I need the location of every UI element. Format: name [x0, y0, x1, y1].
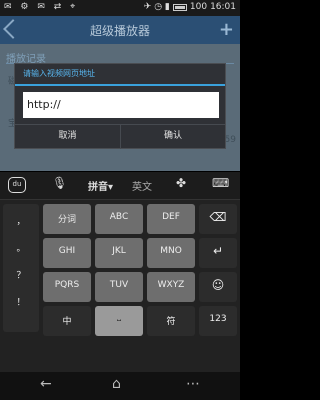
- nav-menu-icon[interactable]: ⋯: [186, 376, 200, 392]
- history-item-meta: 59: [224, 135, 236, 145]
- symbol-exclaim: ！: [16, 298, 26, 308]
- key-symbols[interactable]: 符: [147, 306, 195, 336]
- key-numbers[interactable]: 123: [199, 306, 237, 336]
- battery-icon: [172, 3, 187, 11]
- add-icon[interactable]: +: [219, 19, 234, 40]
- ime-keyboard: du 🎙 拼音▾ 英文 ✤ ⌨ ， 。 ？ ！ 分词 ABC DEF ⌫ GHI…: [0, 172, 240, 372]
- navigation-bar: ← ⌂ ⋯: [0, 372, 240, 400]
- emoji-icon: ☺: [211, 278, 225, 292]
- key-abc[interactable]: ABC: [95, 204, 143, 234]
- symbol-period: 。: [16, 244, 26, 254]
- key-chinese-mode[interactable]: 中: [43, 306, 91, 336]
- cancel-button[interactable]: 取消: [15, 125, 120, 149]
- dialog-buttons: 取消 确认: [15, 124, 225, 149]
- confirm-button[interactable]: 确认: [120, 125, 225, 149]
- url-input-dialog: 请输入视频网页地址 http:// 取消 确认: [14, 63, 226, 149]
- keyboard-hide-icon[interactable]: ⌨: [212, 176, 229, 190]
- clock: 16:01: [210, 2, 236, 12]
- key-pqrs[interactable]: PQRS: [43, 272, 91, 302]
- dialog-title-divider: [15, 84, 225, 86]
- status-notification-icons: ✉ ⚙ ✉ ⇄ ⌖: [4, 2, 79, 12]
- mic-icon[interactable]: 🎙: [52, 176, 67, 190]
- backspace-key[interactable]: ⌫: [199, 204, 237, 234]
- key-wxyz[interactable]: WXYZ: [147, 272, 195, 302]
- english-mode-button[interactable]: 英文: [132, 178, 152, 193]
- battery-level: 100: [189, 2, 208, 12]
- space-icon: ⎵: [117, 312, 121, 322]
- key-mno[interactable]: MNO: [147, 238, 195, 268]
- app-bar: 超级播放器 +: [0, 16, 240, 44]
- key-def[interactable]: DEF: [147, 204, 195, 234]
- emoji-key[interactable]: ☺: [199, 272, 237, 302]
- app-title: 超级播放器: [89, 24, 150, 38]
- enter-key[interactable]: ↵: [199, 238, 237, 268]
- clover-icon[interactable]: ✤: [176, 176, 186, 190]
- symbol-comma: ，: [16, 217, 26, 227]
- symbol-question: ？: [16, 271, 26, 281]
- key-jkl[interactable]: JKL: [95, 238, 143, 268]
- keyboard-toolbar: du 🎙 拼音▾ 英文 ✤ ⌨: [0, 172, 240, 200]
- backspace-icon: ⌫: [209, 210, 227, 224]
- dialog-title: 请输入视频网页地址: [23, 69, 95, 78]
- symbol-column[interactable]: ， 。 ？ ！: [3, 204, 39, 332]
- key-fenci[interactable]: 分词: [43, 204, 91, 234]
- pinyin-mode-button[interactable]: 拼音▾: [88, 178, 113, 193]
- space-key[interactable]: ⎵: [95, 306, 143, 336]
- status-right: ✈ ◷ ▮ 100 16:01: [144, 2, 236, 12]
- status-bar: ✉ ⚙ ✉ ⇄ ⌖ ✈ ◷ ▮ 100 16:01: [0, 0, 240, 16]
- baidu-ime-logo[interactable]: du: [8, 177, 26, 193]
- key-ghi[interactable]: GHI: [43, 238, 91, 268]
- status-icons: ✈ ◷ ▮: [143, 2, 170, 12]
- key-tuv[interactable]: TUV: [95, 272, 143, 302]
- enter-icon: ↵: [212, 244, 224, 258]
- url-input[interactable]: http://: [23, 92, 219, 118]
- nav-back-icon[interactable]: ←: [40, 376, 52, 392]
- nav-home-icon[interactable]: ⌂: [112, 376, 121, 392]
